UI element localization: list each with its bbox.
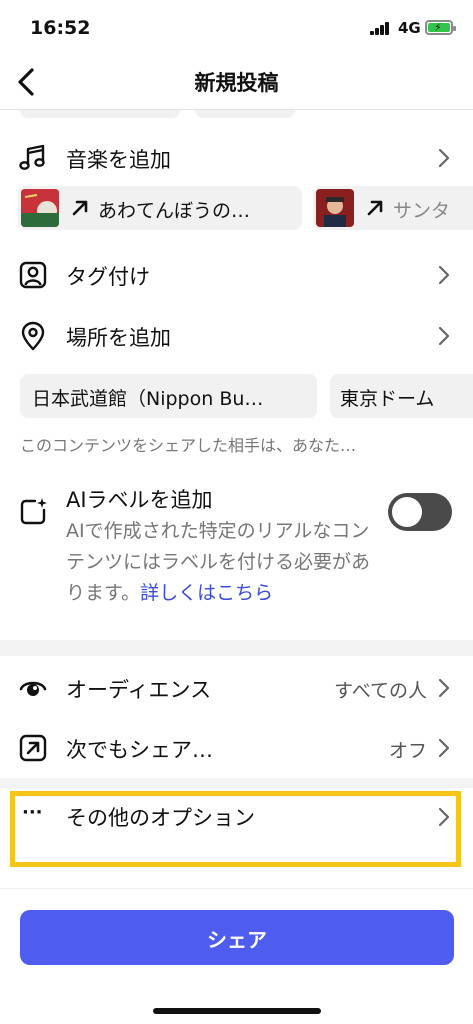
nav-bar: 新規投稿 (0, 54, 473, 110)
music-note-icon (19, 144, 45, 170)
share-to-value: オフ (388, 740, 427, 762)
ai-label-icon (20, 498, 47, 525)
add-location-label: 場所を追加 (66, 326, 171, 350)
location-suggestion-label: 日本武道館（Nippon Bu… (32, 388, 264, 410)
location-pin-icon (21, 321, 45, 351)
share-button-label: シェア (207, 930, 267, 952)
album-art (316, 189, 354, 227)
location-suggestion-label: 東京ドーム (340, 388, 435, 410)
trending-arrow-icon (72, 200, 88, 216)
audience-label: オーディエンス (66, 678, 212, 702)
chevron-right-icon (438, 148, 450, 168)
learn-more-link[interactable]: 詳しくはこちら (140, 582, 273, 604)
divider (0, 888, 473, 889)
share-to-row[interactable]: 次でもシェア… オフ (0, 720, 473, 776)
signal-icon (370, 22, 390, 35)
network-label: 4G (398, 19, 421, 37)
person-tag-icon (19, 261, 47, 289)
home-indicator (153, 1008, 321, 1014)
chevron-right-icon (438, 326, 450, 346)
status-time: 16:52 (30, 17, 91, 39)
add-music-row[interactable]: 音楽を追加 (0, 130, 473, 186)
location-suggestion-chip[interactable]: 日本武道館（Nippon Bu… (20, 374, 317, 418)
ai-label-toggle[interactable] (388, 493, 452, 531)
chevron-right-icon (438, 678, 450, 698)
highlight-annotation (10, 791, 461, 867)
share-to-label: 次でもシェア… (66, 738, 213, 762)
eye-icon (19, 681, 47, 696)
share-hint-text: このコンテンツをシェアした相手は、あなた… (20, 436, 357, 455)
battery-icon: ⚡ (425, 20, 456, 35)
trending-arrow-icon (367, 200, 383, 216)
location-suggestion-chip[interactable]: 東京ドーム (330, 374, 473, 418)
add-location-row[interactable]: 場所を追加 (0, 308, 473, 364)
page-title: 新規投稿 (194, 71, 279, 95)
tag-people-label: タグ付け (66, 265, 150, 289)
album-art (21, 189, 59, 227)
chevron-right-icon (438, 738, 450, 758)
toggle-knob (392, 497, 422, 527)
scrolled-chip (195, 110, 295, 118)
section-divider (0, 778, 473, 788)
music-title: サンタ (393, 200, 451, 222)
section-divider (0, 640, 473, 656)
music-suggestion-chip[interactable]: あわてんぼうの… (18, 186, 302, 230)
audience-row[interactable]: オーディエンス すべての人 (0, 660, 473, 716)
share-arrow-icon (19, 734, 47, 762)
audience-value: すべての人 (334, 680, 427, 702)
share-button[interactable]: シェア (20, 910, 454, 965)
ai-label-description: AIで作成された特定のリアルなコンテンツにはラベルを付ける必要があります。詳しく… (66, 516, 376, 609)
music-suggestion-chip[interactable]: サンタ (313, 186, 473, 230)
scrolled-chip (20, 110, 180, 118)
music-title: あわてんぼうの… (98, 200, 251, 222)
tag-people-row[interactable]: タグ付け (0, 247, 473, 303)
add-music-label: 音楽を追加 (66, 148, 171, 172)
status-bar: 16:52 4G ⚡ (0, 0, 473, 54)
chevron-right-icon (438, 265, 450, 285)
ai-label-title: AIラベルを追加 (66, 488, 213, 512)
